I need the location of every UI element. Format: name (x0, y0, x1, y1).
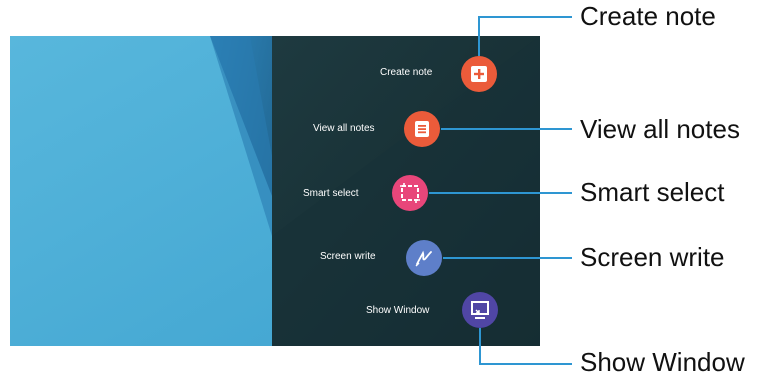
callout-screen-write: Screen write (580, 242, 725, 272)
callout-view-all-notes: View all notes (580, 114, 740, 144)
callout-create-note: Create note (580, 1, 716, 31)
callout-smart-select: Smart select (580, 177, 725, 207)
callout-show-window: Show Window (580, 347, 745, 377)
callout-line-show-window (479, 328, 572, 365)
callout-line-create-note (478, 16, 572, 56)
